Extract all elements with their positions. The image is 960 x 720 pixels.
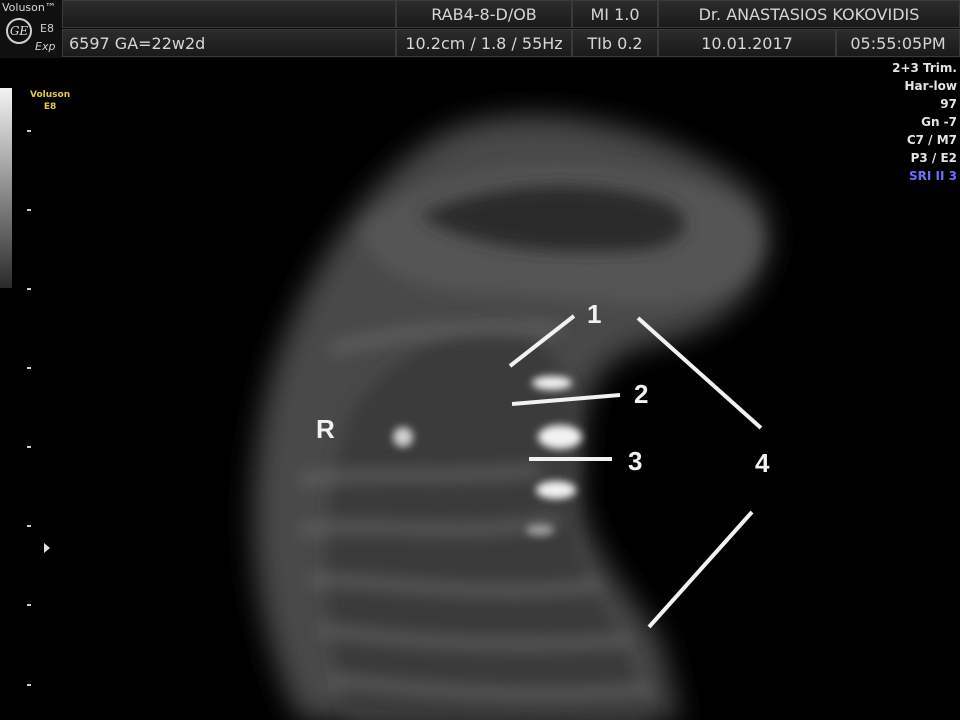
ge-logo-icon: GE — [6, 18, 32, 44]
ge-logo-area: Voluson™ GE E8 Exp — [0, 0, 62, 58]
mi-label: MI 1.0 — [572, 0, 658, 28]
annotation-line-4b — [647, 510, 754, 629]
doctor-label: Dr. ANASTASIOS KOKOVIDIS — [658, 0, 960, 28]
model-label: E8 — [40, 22, 54, 35]
depth-tick — [27, 130, 31, 132]
depth-tick — [27, 288, 31, 290]
depth-tick — [27, 367, 31, 369]
annotation-3: 3 — [628, 446, 643, 476]
date-label: 10.01.2017 — [658, 29, 836, 57]
param-quality: 97 — [940, 97, 957, 111]
param-c-m: C7 / M7 — [906, 133, 957, 147]
annotation-r: R — [316, 414, 335, 444]
header-bar: Voluson™ GE E8 Exp RAB4-8-D/OB MI 1.0 Dr… — [0, 0, 960, 58]
patient-label: 6597 GA=22w2d — [62, 29, 396, 57]
tib-label: TIb 0.2 — [572, 29, 658, 57]
depth-info-label: 10.2cm / 1.8 / 55Hz — [396, 29, 572, 57]
annotation-line-4a — [636, 316, 763, 430]
time-label: 05:55:05PM — [836, 29, 960, 57]
focus-marker-icon[interactable] — [44, 543, 50, 553]
param-sri: SRI II 3 — [909, 169, 957, 183]
depth-tick — [27, 525, 31, 527]
annotation-2: 2 — [634, 379, 649, 409]
param-p-e: P3 / E2 — [910, 151, 957, 165]
depth-tick — [27, 684, 31, 686]
side-logo-line2: E8 — [43, 102, 57, 112]
side-logo-line1: Voluson — [30, 90, 71, 100]
ultrasound-image — [253, 115, 769, 720]
brand-label: Voluson™ — [2, 1, 56, 14]
grayscale-bar — [0, 88, 12, 288]
param-preset: 2+3 Trim. — [892, 61, 957, 75]
imaging-params: 2+3 Trim. Har-low 97 Gn -7 C7 / M7 P3 / … — [892, 59, 957, 185]
depth-tick — [27, 604, 31, 606]
mode-label: Exp — [35, 40, 56, 53]
annotation-1: 1 — [587, 299, 602, 329]
depth-tick — [27, 209, 31, 211]
depth-tick — [27, 446, 31, 448]
annotation-4: 4 — [755, 448, 770, 478]
param-gain: Gn -7 — [921, 115, 957, 129]
side-logo: Voluson E8 — [30, 89, 70, 113]
probe-label: RAB4-8-D/OB — [396, 0, 572, 28]
param-harmonic: Har-low — [904, 79, 957, 93]
header-blank-cell — [62, 0, 396, 28]
